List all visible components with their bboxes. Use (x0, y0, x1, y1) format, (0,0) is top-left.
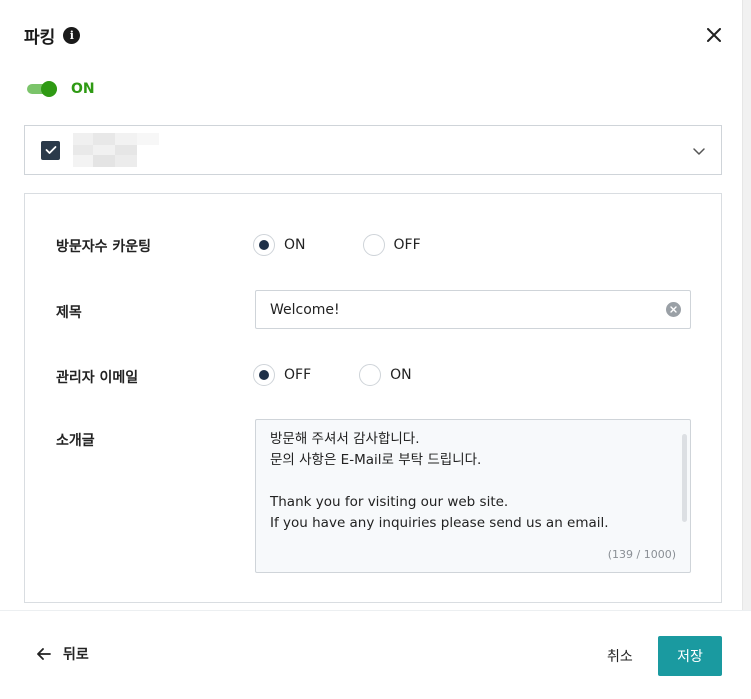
intro-text[interactable]: 방문해 주셔서 감사합니다. 문의 사항은 E-Mail로 부탁 드립니다. T… (270, 429, 670, 534)
admin-email-off-radio[interactable]: OFF (253, 364, 311, 386)
close-button[interactable] (703, 24, 725, 46)
parking-toggle[interactable] (27, 79, 57, 99)
radio-label: OFF (284, 367, 312, 383)
chevron-down-icon (693, 148, 705, 155)
textarea-scrollbar[interactable] (682, 434, 687, 522)
close-icon (707, 28, 721, 42)
char-count: (139 / 1000) (607, 548, 676, 561)
info-icon[interactable]: i (63, 26, 81, 44)
visitor-counting-off-radio[interactable]: OFF (362, 234, 421, 256)
clear-icon[interactable] (666, 302, 681, 317)
radio-indicator (359, 364, 382, 386)
checkmark-icon (45, 146, 56, 154)
settings-panel: 방문자수 카운팅 ON OFF 제목 관리자 이메일 OF (24, 193, 722, 603)
arrow-left-icon (37, 648, 51, 660)
redacted-domain-name (73, 133, 159, 167)
radio-label: OFF (393, 237, 421, 253)
radio-selected-indicator (253, 364, 275, 386)
back-button[interactable]: 뒤로 (37, 644, 89, 664)
admin-email-on-radio[interactable]: ON (359, 364, 412, 386)
intro-label: 소개글 (56, 433, 95, 449)
radio-indicator (362, 234, 385, 256)
admin-email-radio-group: OFF ON (253, 364, 412, 386)
back-label: 뒤로 (63, 647, 89, 663)
visitor-counting-label: 방문자수 카운팅 (56, 239, 152, 255)
domain-select[interactable] (24, 125, 722, 175)
domain-checkbox[interactable] (41, 140, 60, 160)
dialog-header: 파킹 i (24, 22, 81, 48)
toggle-state-label: ON (71, 81, 95, 97)
dialog-title: 파킹 (24, 27, 56, 48)
visitor-counting-radio-group: ON OFF (253, 234, 421, 256)
title-label: 제목 (56, 305, 82, 321)
dialog-scrollbar[interactable] (742, 0, 751, 610)
parking-dialog: 파킹 i ON 방문자수 카운팅 ON OFF 제목 Welcome! 관리자 … (0, 0, 751, 699)
footer-divider (0, 610, 751, 611)
cancel-button[interactable]: 취소 (607, 646, 633, 666)
radio-label: ON (390, 367, 412, 383)
parking-toggle-row: ON (27, 79, 95, 99)
admin-email-label: 관리자 이메일 (56, 370, 139, 386)
radio-label: ON (284, 237, 306, 253)
visitor-counting-on-radio[interactable]: ON (253, 234, 306, 256)
radio-selected-indicator (253, 234, 275, 256)
title-input[interactable] (270, 301, 650, 318)
intro-textarea[interactable]: 방문해 주셔서 감사합니다. 문의 사항은 E-Mail로 부탁 드립니다. T… (255, 419, 691, 573)
save-button[interactable]: 저장 (658, 636, 722, 676)
title-field[interactable] (255, 290, 691, 329)
